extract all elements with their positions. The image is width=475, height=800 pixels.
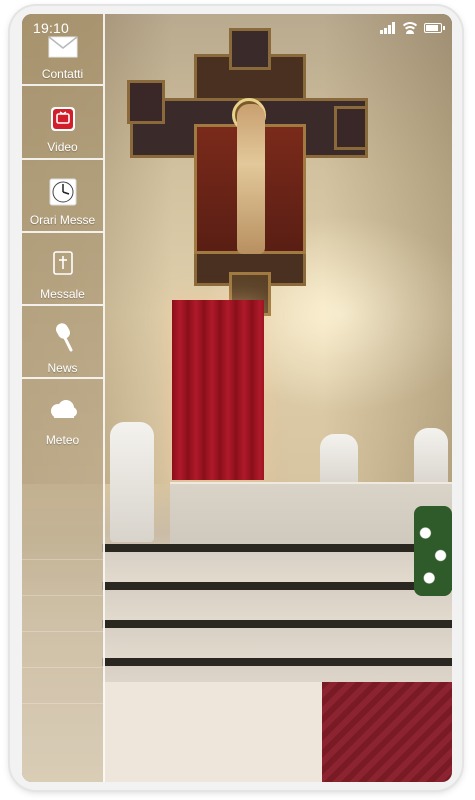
sidebar-item-label: Messale	[40, 287, 85, 301]
empty-row	[22, 596, 103, 632]
sidebar-menu: Contatti Video Orari Messe Messale News …	[22, 14, 105, 782]
empty-row	[22, 524, 103, 560]
crucifix-right-icon	[334, 106, 368, 150]
sidebar-item-meteo[interactable]: Meteo	[22, 379, 103, 452]
priest-figure	[320, 434, 358, 488]
cloud-icon	[50, 400, 77, 418]
sidebar-item-orari-messe[interactable]: Orari Messe	[22, 160, 103, 233]
empty-row	[22, 632, 103, 668]
signal-icon	[380, 22, 396, 34]
sidebar-item-label: Contatti	[41, 67, 84, 81]
clock-icon	[49, 178, 76, 206]
sidebar-item-label: News	[47, 361, 78, 375]
app-screen: 19:10 Contatti Video Orari Messe Messale…	[22, 14, 452, 782]
red-rug	[322, 682, 452, 782]
sidebar-item-news[interactable]: News	[22, 306, 103, 379]
priest-figure	[414, 428, 448, 488]
empty-row	[22, 668, 103, 704]
book-icon	[52, 251, 73, 275]
empty-row	[22, 560, 103, 596]
white-flowers	[414, 506, 452, 596]
christ-figure	[237, 104, 265, 254]
wifi-icon	[402, 22, 418, 34]
status-time: 19:10	[33, 20, 70, 36]
altar-steps	[102, 544, 452, 684]
sidebar-item-label: Orari Messe	[29, 213, 96, 227]
video-icon	[50, 107, 75, 131]
sidebar-item-label: Video	[47, 140, 78, 154]
sidebar-item-video[interactable]: Video	[22, 86, 103, 160]
status-bar: 19:10	[22, 14, 452, 42]
red-curtain	[172, 300, 264, 480]
battery-icon	[424, 23, 445, 33]
microphone-icon	[55, 323, 72, 352]
priest-figure	[110, 422, 154, 542]
crucifix-left-icon	[127, 80, 165, 124]
sidebar-item-messale[interactable]: Messale	[22, 233, 103, 306]
sidebar-item-label: Meteo	[45, 433, 80, 447]
